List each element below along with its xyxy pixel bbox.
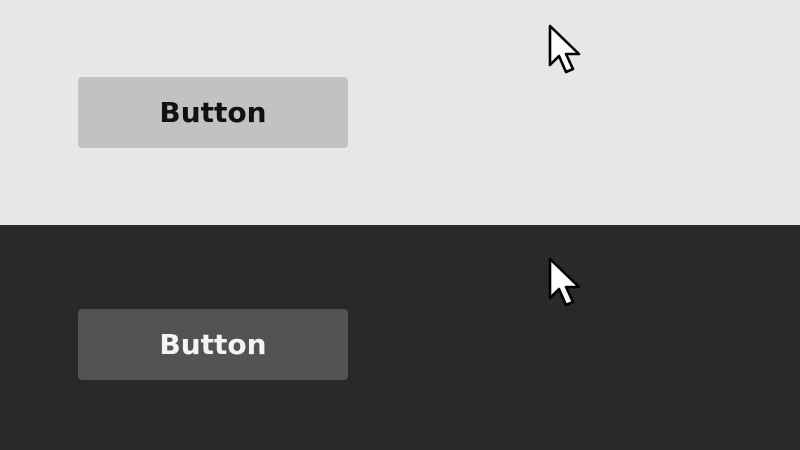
light-theme-panel: Button [0, 0, 800, 225]
arrow-cursor-icon [548, 24, 581, 74]
dark-theme-panel: Button [0, 225, 800, 450]
arrow-cursor-icon [548, 257, 581, 307]
light-theme-button[interactable]: Button [78, 77, 348, 148]
dark-theme-button[interactable]: Button [78, 309, 348, 380]
